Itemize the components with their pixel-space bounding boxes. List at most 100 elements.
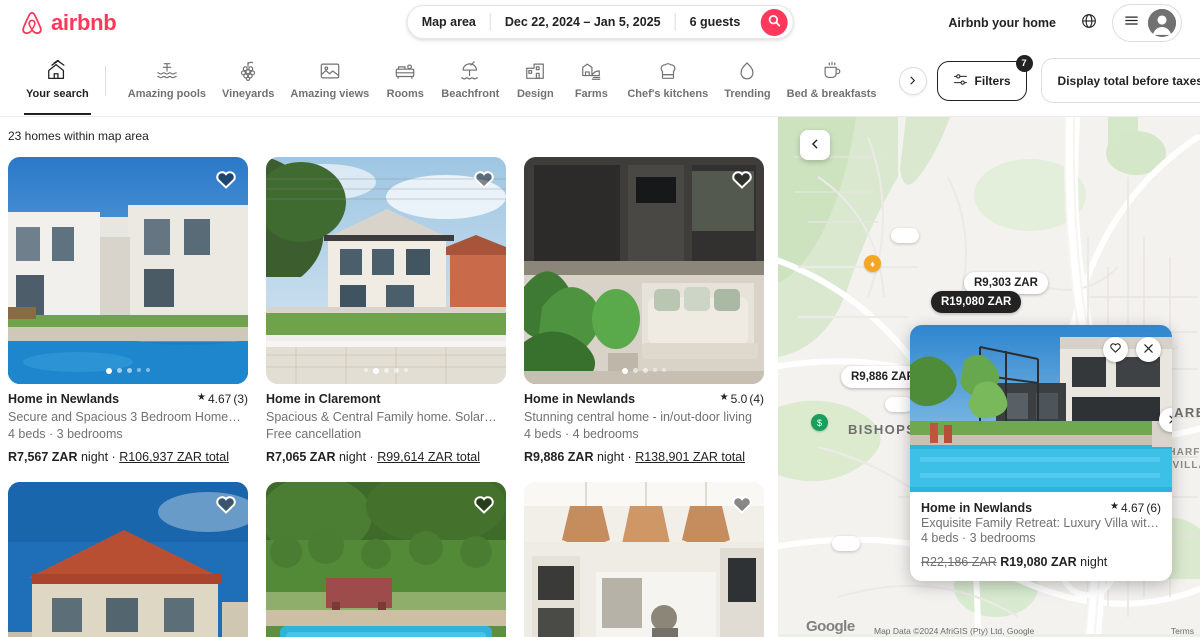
category-bed-and-breakfasts[interactable]: Bed & breakfasts <box>779 55 885 106</box>
rating-value: 4.67 <box>207 392 232 406</box>
rating-value: 5.0 <box>730 392 748 406</box>
search-location-segment[interactable]: Map area <box>408 5 490 39</box>
filters-button[interactable]: Filters 7 <box>936 54 1033 101</box>
rating-count: (6) <box>1146 501 1161 515</box>
page-body: 23 homes within map area Home in Newland… <box>0 117 1200 637</box>
airbnb-wordmark: airbnb <box>51 9 117 35</box>
filters-count-badge: 7 <box>1015 54 1033 72</box>
popup-favorite-button[interactable] <box>1103 337 1128 362</box>
map-listing-popup[interactable]: Home in Newlands ★ 4.67 (6) Exquisite Fa… <box>910 325 1172 581</box>
listing-photo[interactable] <box>266 157 506 384</box>
listing-card[interactable]: Home in Newlands ★ 5.0 (4) Stunning cent… <box>524 157 764 464</box>
listing-photo[interactable] <box>266 482 506 637</box>
popup-photo[interactable] <box>910 325 1172 492</box>
display-total-before-taxes-toggle[interactable]: Display total before taxes <box>1040 58 1200 103</box>
listing-price: R9,886 ZAR night · R138,901 ZAR total <box>524 450 745 465</box>
listing-card[interactable] <box>8 482 248 637</box>
google-maps-logo: Google <box>806 618 855 635</box>
category-vineyards[interactable]: Vineyards <box>214 55 282 106</box>
listing-header: Home in Newlands ★ 5.0 (4) <box>524 392 764 408</box>
favorite-heart-icon[interactable] <box>214 492 238 516</box>
category-chefs-kitchens[interactable]: Chef's kitchens <box>619 55 716 106</box>
listing-subtitle: Spacious & Central Family home. Solar… <box>266 409 497 424</box>
coffee-cup-icon <box>820 59 844 83</box>
language-globe-button[interactable] <box>1072 6 1106 40</box>
search-dates-segment[interactable]: Dec 22, 2024 – Jan 5, 2025 <box>491 5 675 39</box>
search-bar[interactable]: Map area Dec 22, 2024 – Jan 5, 2025 6 gu… <box>406 5 794 39</box>
price-total-link[interactable]: R106,937 ZAR total <box>119 450 229 464</box>
search-guests-segment[interactable]: 6 guests <box>676 5 755 39</box>
price-night-suffix: night <box>338 450 367 465</box>
listing-card[interactable]: Home in Claremont Spacious & Central Fam… <box>266 157 506 464</box>
category-amazing-views[interactable]: Amazing views <box>282 55 377 106</box>
price-total-link[interactable]: R138,901 ZAR total <box>635 450 745 464</box>
next-categories-button[interactable] <box>898 66 927 95</box>
category-label: Design <box>516 87 554 100</box>
favorite-heart-icon[interactable] <box>730 167 754 191</box>
map-back-button[interactable] <box>800 130 830 160</box>
price-total-link[interactable]: R99,614 ZAR total <box>377 450 480 464</box>
popup-price-discounted: R19,080 ZAR <box>1000 555 1077 569</box>
map-price-marker-selected[interactable]: R19,080 ZAR <box>931 291 1022 313</box>
map-poi-icon[interactable]: $ <box>811 414 828 431</box>
search-icon <box>767 14 780 30</box>
category-divider <box>104 65 106 96</box>
category-design[interactable]: Design <box>507 55 563 106</box>
farm-barn-icon <box>579 59 603 83</box>
airbnb-your-home-link[interactable]: Airbnb your home <box>936 7 1068 39</box>
bed-room-icon <box>393 59 417 83</box>
map-poi-icon[interactable]: ♦ <box>864 255 881 272</box>
photo-carousel-dots[interactable] <box>622 368 666 374</box>
category-trending[interactable]: Trending <box>716 55 778 106</box>
price-night-suffix: night <box>80 450 109 465</box>
category-label: Amazing pools <box>127 87 207 100</box>
rating-count: (3) <box>233 392 248 406</box>
map-attribution-text: Map Data ©2024 AfriGIS (Pty) Ltd, Google <box>874 626 1035 636</box>
listing-photo[interactable] <box>8 157 248 384</box>
photo-carousel-dots[interactable] <box>364 368 408 374</box>
listing-card[interactable]: Home in Newlands ★ 4.67 (3) Secure and S… <box>8 157 248 464</box>
map-blank-marker[interactable] <box>832 536 860 551</box>
photo-carousel-dots[interactable] <box>106 368 150 374</box>
user-profile-menu[interactable] <box>1112 3 1182 42</box>
listing-title: Home in Newlands <box>8 392 120 406</box>
category-label: Amazing views <box>290 87 370 100</box>
listing-photo[interactable] <box>524 482 764 637</box>
listing-card[interactable] <box>266 482 506 637</box>
popup-title: Home in Newlands <box>921 501 1033 515</box>
favorite-heart-icon[interactable] <box>472 492 496 516</box>
popup-subtitle: Exquisite Family Retreat: Luxury Villa w… <box>921 516 1161 530</box>
favorite-heart-icon[interactable] <box>730 492 754 516</box>
category-amazing-pools[interactable]: Amazing pools <box>120 55 214 106</box>
favorite-heart-icon[interactable] <box>214 167 238 191</box>
listing-photo[interactable] <box>8 482 248 637</box>
beach-umbrella-icon <box>458 59 482 83</box>
map-blank-marker[interactable] <box>885 397 913 412</box>
airbnb-search-page: airbnb Map area Dec 22, 2024 – Jan 5, 20… <box>0 0 1200 637</box>
listing-meta: Free cancellation <box>266 426 362 441</box>
category-your-search[interactable]: Your search <box>18 55 97 116</box>
category-label: Bed & breakfasts <box>786 87 877 100</box>
grapes-icon <box>236 59 260 83</box>
listings-grid: Home in Newlands ★ 4.67 (3) Secure and S… <box>8 157 764 637</box>
house-search-icon <box>45 59 69 83</box>
display-total-label: Display total before taxes <box>1057 73 1200 88</box>
listing-card[interactable] <box>524 482 764 637</box>
popup-close-button[interactable] <box>1136 337 1161 362</box>
popup-header: Home in Newlands ★ 4.67 (6) <box>921 501 1161 515</box>
popup-price: R22,186 ZAR R19,080 ZAR night <box>921 555 1161 569</box>
photo-garden-pool-hedge <box>266 482 506 637</box>
airbnb-logo[interactable]: airbnb <box>18 8 117 38</box>
listing-photo[interactable] <box>524 157 764 384</box>
category-beachfront[interactable]: Beachfront <box>433 55 507 106</box>
popup-body: Home in Newlands ★ 4.67 (6) Exquisite Fa… <box>910 492 1172 581</box>
design-building-icon <box>523 59 547 83</box>
rating-value: 4.67 <box>1120 501 1145 515</box>
map-blank-marker[interactable] <box>891 228 919 243</box>
favorite-heart-icon[interactable] <box>472 167 496 191</box>
category-farms[interactable]: Farms <box>563 55 619 106</box>
category-rooms[interactable]: Rooms <box>377 55 433 106</box>
map-terms-label[interactable]: Terms <box>1171 626 1194 636</box>
search-submit-button[interactable] <box>760 8 788 36</box>
map-panel[interactable]: BISHOPSCOURT CONSTANTIA HEIGHTS WYNBERG … <box>778 117 1200 637</box>
